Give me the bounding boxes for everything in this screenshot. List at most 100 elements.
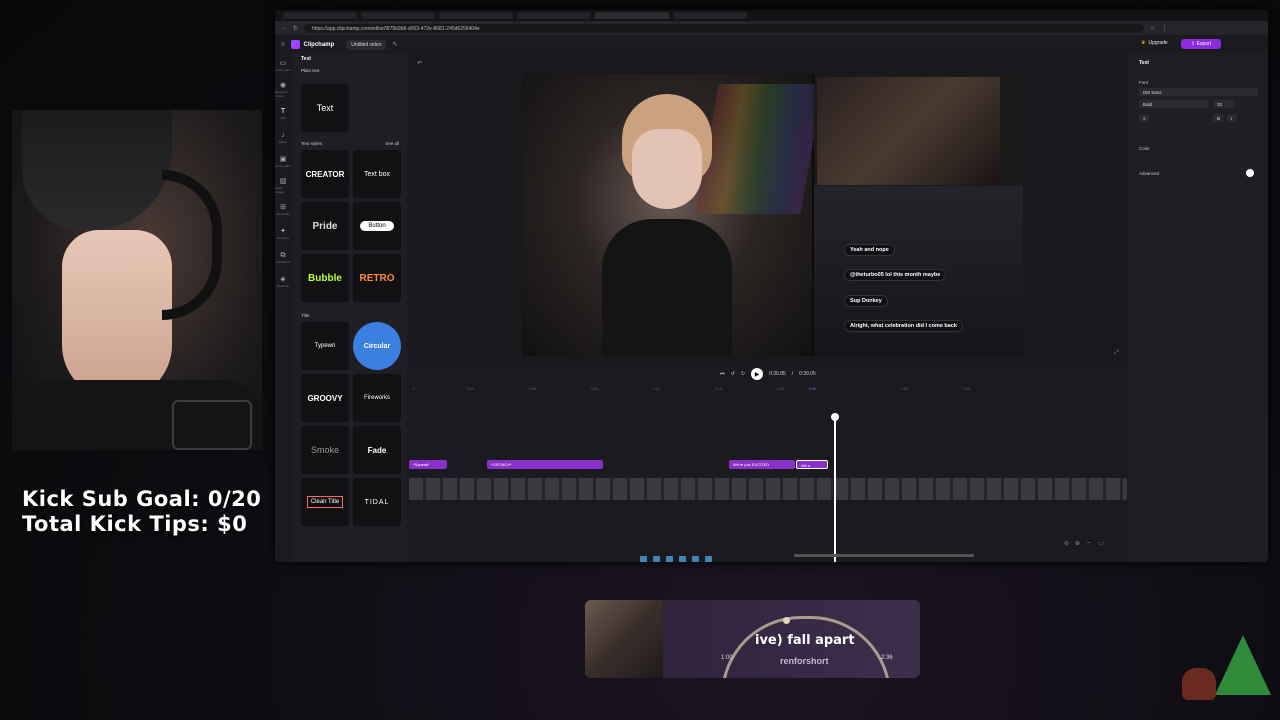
text-clip[interactable]: *Squeak*: [409, 460, 447, 469]
color-label: Color: [1139, 146, 1150, 151]
timeline-scrollbar[interactable]: [794, 554, 974, 557]
fit-icon[interactable]: ⇔: [1086, 540, 1092, 547]
collapse-icon[interactable]: ▭: [1098, 540, 1104, 547]
plain-text-tile[interactable]: Text: [301, 84, 349, 132]
sidebar-item-brand-kit[interactable]: ◈ Brand kit: [275, 270, 291, 294]
star-icon[interactable]: ☆: [1150, 25, 1155, 32]
upgrade-button[interactable]: ♛ Upgrade: [1141, 40, 1168, 46]
browser-tab[interactable]: [439, 12, 513, 19]
advanced-section[interactable]: Advanced: [1139, 171, 1258, 176]
see-all-link[interactable]: See all: [385, 141, 399, 146]
properties-panel: Text Font DM Sans Bold 32 ≡ B I Color Ad…: [1129, 54, 1268, 562]
address-bar-row: ← ↻ https://app.clipchamp.com/editor/9f7…: [275, 21, 1268, 35]
timeline: ⏮ ↺ ↻ ▶ 0:30.85 / 0:39.05 0 0:03 0:06 0:…: [409, 365, 1127, 562]
title-tile-fireworks[interactable]: Fireworks: [353, 374, 401, 422]
zoom-out-icon[interactable]: ⊖: [1064, 540, 1069, 547]
record-icon: ◉: [279, 82, 287, 89]
windows-icon[interactable]: [640, 556, 647, 562]
menu-icon[interactable]: ⋮: [1161, 25, 1167, 32]
style-tile-text-box[interactable]: Text box: [353, 150, 401, 198]
title-tile-clean-title[interactable]: Clean Title: [301, 478, 349, 526]
forward-icon[interactable]: ↻: [741, 371, 745, 377]
ruler-tick: 0:12: [653, 387, 660, 391]
files-icon[interactable]: [666, 556, 673, 562]
sidebar-item-templates[interactable]: ⊞ Templates: [275, 198, 291, 222]
progress-knob: [783, 617, 790, 624]
search-icon[interactable]: [653, 556, 660, 562]
timeline-ruler[interactable]: 0 0:03 0:06 0:09 0:12 0:15 0:18 0:30 0:3…: [409, 385, 1127, 395]
clipchamp-logo-icon: [290, 40, 300, 49]
back-icon[interactable]: ←: [281, 25, 287, 31]
align-icon[interactable]: ≡: [1139, 114, 1149, 122]
title-tile-circular[interactable]: Circular: [353, 322, 401, 370]
sidebar-item-stock-images[interactable]: ▨ Stock images: [275, 174, 291, 198]
style-tile-button[interactable]: Button: [353, 202, 401, 250]
style-tile-bubble[interactable]: Bubble: [301, 254, 349, 302]
chat-message: @theturbo05 lol this month maybe: [844, 269, 947, 281]
browser-tab[interactable]: [361, 12, 435, 19]
style-tile-pride[interactable]: Pride: [301, 202, 349, 250]
sidebar-item-text[interactable]: T Text: [275, 102, 291, 126]
sidebar-item-graphics[interactable]: ✦ Graphics: [275, 222, 291, 246]
graphics-icon: ✦: [280, 228, 286, 235]
bold-icon[interactable]: B: [1213, 114, 1223, 122]
title-header: Title: [301, 313, 310, 318]
sidebar-item-transitions[interactable]: ⧉ Transitions: [275, 246, 291, 270]
address-bar[interactable]: https://app.clipchamp.com/editor/9f75b9b…: [304, 23, 1145, 33]
color-swatch[interactable]: [1246, 169, 1254, 177]
preview-webcam-scene: [522, 74, 824, 356]
text-clip-selected[interactable]: We a: [796, 460, 828, 469]
project-title[interactable]: Untitled video: [346, 39, 387, 50]
font-select[interactable]: DM Sans: [1139, 88, 1258, 96]
skip-back-icon[interactable]: ⏮: [720, 371, 725, 377]
export-button[interactable]: ⇪ Export: [1181, 39, 1222, 49]
title-tile-smoke[interactable]: Smoke: [301, 426, 349, 474]
title-tile-fade[interactable]: Fade: [353, 426, 401, 474]
browser-icon[interactable]: [679, 556, 686, 562]
sidebar-item-music[interactable]: ♪ Music: [275, 126, 291, 150]
sidebar-item-your-media[interactable]: ▭ Your media: [275, 54, 291, 78]
kick-sub-goal: Kick Sub Goal: 0/20: [22, 487, 262, 511]
preview-area: ↶ Yeah and nope @theturbo05 lol this mon…: [409, 54, 1127, 362]
italic-icon[interactable]: I: [1227, 114, 1237, 122]
sidebar-item-record[interactable]: ◉ Record & create: [275, 78, 291, 102]
edit-title-icon[interactable]: ✎: [392, 41, 397, 48]
font-weight-select[interactable]: Bold: [1139, 100, 1209, 108]
ruler-tick: 0:09: [591, 387, 598, 391]
properties-header: Text: [1139, 60, 1149, 66]
app-icon[interactable]: [705, 556, 712, 562]
text-clip[interactable]: *CRONCH*: [487, 460, 603, 469]
browser-tab[interactable]: [283, 12, 357, 19]
style-tile-retro[interactable]: RETRO: [353, 254, 401, 302]
title-tile-groovy[interactable]: GROOVY: [301, 374, 349, 422]
title-tile-typewriter[interactable]: Typewri: [301, 322, 349, 370]
style-tile-creator[interactable]: CREATOR: [301, 150, 349, 198]
folder-icon: ▭: [279, 60, 287, 67]
reload-icon[interactable]: ↻: [293, 25, 298, 32]
hamburger-icon[interactable]: ≡: [281, 42, 285, 48]
play-button[interactable]: ▶: [751, 368, 764, 380]
font-size-select[interactable]: 32: [1213, 100, 1235, 108]
app-icon[interactable]: [692, 556, 699, 562]
text-icon: T: [280, 108, 286, 115]
tab-bar: [275, 10, 1268, 21]
crown-icon: ♛: [1141, 40, 1146, 46]
text-clip[interactable]: We're just EXCITED: [729, 460, 795, 469]
undo-icon[interactable]: ↶: [417, 60, 422, 67]
playhead[interactable]: [831, 413, 839, 562]
browser-tab[interactable]: [673, 12, 747, 19]
music-icon: ♪: [281, 132, 285, 139]
title-tile-tidal[interactable]: TIDAL: [353, 478, 401, 526]
browser-tab[interactable]: [517, 12, 591, 19]
fullscreen-icon[interactable]: ⤢: [1114, 350, 1119, 357]
zoom-in-icon[interactable]: ⊕: [1075, 540, 1080, 547]
browser-tab-active[interactable]: [595, 12, 669, 19]
stock-video-icon: ▣: [279, 156, 287, 163]
rewind-icon[interactable]: ↺: [731, 371, 735, 377]
templates-icon: ⊞: [280, 204, 286, 211]
sidebar-item-stock-video[interactable]: ▣ Stock video: [275, 150, 291, 174]
current-time: 0:30.85: [769, 371, 786, 377]
elapsed-time: 1:00: [721, 655, 733, 661]
video-track[interactable]: [409, 478, 1127, 500]
video-preview[interactable]: Yeah and nope @theturbo05 lol this month…: [522, 74, 1023, 356]
